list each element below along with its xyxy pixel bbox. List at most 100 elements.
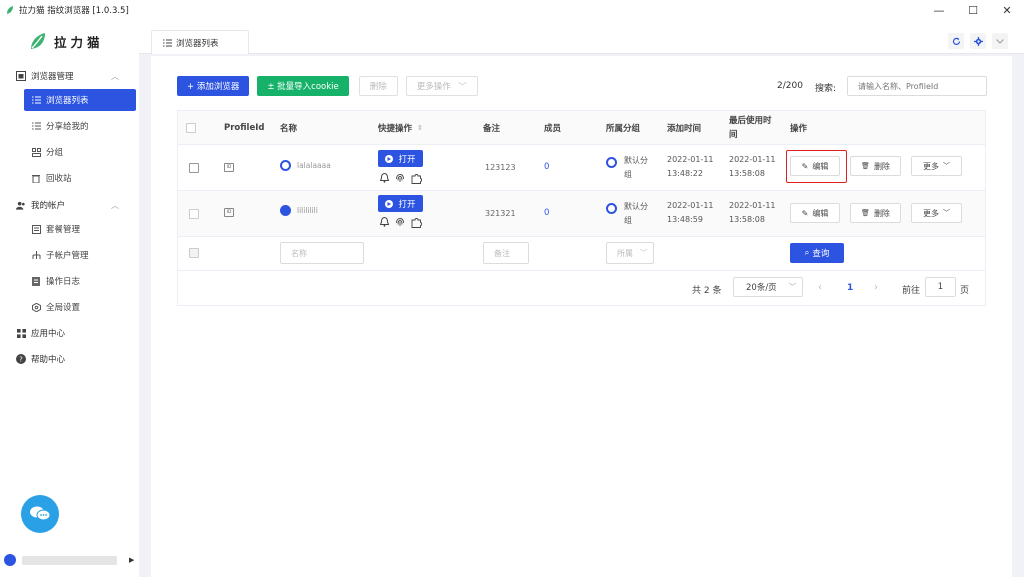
row-checkbox[interactable] — [189, 163, 199, 173]
chevron-down-icon: ﹀ — [789, 283, 796, 291]
table-row: ID lilililili 打开 321321 0 默认分组 2022-01-1… — [178, 191, 985, 237]
batch-delete-button[interactable]: 删除 — [358, 76, 398, 96]
sidebar-item-sub-accounts[interactable]: 子帐户管理 — [24, 244, 136, 266]
batch-import-cookie-button[interactable]: ± 批量导入cookie — [257, 76, 349, 96]
group-ring-icon — [606, 157, 617, 168]
pen-icon: ✎ — [801, 208, 809, 218]
browser-table: ProfileId 名称 快捷操作 ⇕ 备注 成员 所属分组 添加时间 最后使用时… — [177, 110, 986, 306]
page-size-select[interactable]: 20条/页 ﹀ — [733, 277, 803, 297]
sidebar-item-operation-log[interactable]: 操作日志 — [24, 270, 136, 292]
page-unit-label: 页 — [960, 286, 970, 296]
search-icon: ⌕ — [804, 248, 810, 258]
id-card-icon[interactable]: ID — [224, 208, 234, 217]
open-browser-button[interactable]: 打开 — [378, 195, 423, 212]
fingerprint-icon[interactable] — [394, 172, 406, 184]
cat-logo-icon — [31, 33, 45, 49]
delete-button[interactable]: 🗑 删除 — [850, 203, 901, 223]
nav-group-browser-management[interactable]: 浏览器管理 ︿ — [0, 67, 139, 85]
sidebar-item-recycle-bin[interactable]: 回收站 — [24, 167, 136, 189]
add-browser-button[interactable]: + 添加浏览器 — [177, 76, 250, 96]
member-count-link[interactable]: 0 — [544, 162, 549, 172]
browser-name: lalalaaaa — [280, 160, 331, 171]
grid-apps-icon — [16, 328, 26, 338]
sidebar-item-browser-list[interactable]: 浏览器列表 — [24, 89, 136, 111]
col-profileid: ProfileId — [224, 123, 265, 133]
remark-text: 123123 — [485, 163, 516, 172]
browser-window-icon — [16, 71, 26, 81]
window-title: 拉力猫 指纹浏览器 [1.0.3.5] — [19, 6, 129, 16]
bell-icon[interactable] — [378, 172, 390, 184]
app-logo-icon — [7, 6, 13, 14]
edit-button[interactable]: ✎ 编辑 — [790, 203, 840, 223]
chevron-up-icon: ︿ — [111, 71, 119, 81]
sidebar-item-plan-management[interactable]: 套餐管理 — [24, 218, 136, 240]
name-filter-input[interactable]: 名称 — [280, 242, 364, 264]
remark-text: 321321 — [485, 209, 516, 218]
refresh-button[interactable] — [948, 33, 964, 49]
chevron-down-icon — [996, 38, 1004, 44]
prev-page-button[interactable]: ‹ — [818, 282, 822, 293]
edit-highlight-box — [786, 150, 847, 183]
browser-count: 2/200 — [777, 81, 803, 91]
col-name: 名称 — [280, 124, 298, 134]
group-filter-select[interactable]: 所属 ﹀ — [606, 242, 654, 264]
table-row: ID lalalaaaa 打开 123123 0 默认分组 2022-01-11… — [178, 145, 985, 191]
gear-icon — [973, 36, 983, 46]
bell-icon[interactable] — [378, 216, 390, 228]
nav-group-my-account[interactable]: 我的帐户 ︿ — [0, 196, 139, 214]
col-actions: 操作 — [790, 124, 808, 134]
last-used-time: 2022-01-11 13:58:08 — [729, 155, 776, 178]
next-page-button[interactable]: › — [874, 282, 878, 293]
sidebar-item-shared-with-me[interactable]: 分享给我的 — [24, 115, 136, 137]
goto-page-input[interactable]: 1 — [925, 277, 956, 297]
filter-checkbox — [189, 248, 199, 258]
trash-icon: 🗑 — [861, 209, 870, 217]
browser-ring-icon — [280, 160, 291, 171]
tab-dropdown-button[interactable] — [992, 33, 1008, 49]
help-icon: ? — [16, 354, 26, 364]
remark-filter-input[interactable]: 备注 — [483, 242, 529, 264]
nav-group-app-center[interactable]: 应用中心 — [0, 324, 139, 342]
users-icon — [16, 200, 26, 210]
browser-name: lilililili — [280, 205, 318, 216]
extension-puzzle-icon[interactable] — [410, 172, 422, 184]
more-button[interactable]: 更多 ﹀ — [911, 156, 962, 176]
more-actions-dropdown[interactable]: 更多操作 ﹀ — [405, 76, 478, 96]
query-button[interactable]: ⌕ 查询 — [790, 243, 844, 263]
chevron-up-icon: ︿ — [111, 200, 119, 210]
chat-support-button[interactable] — [21, 495, 59, 533]
sidebar-item-global-settings[interactable]: 全局设置 — [24, 296, 136, 318]
settings-hex-icon — [31, 302, 41, 312]
user-profile-row[interactable]: ▶ — [4, 553, 136, 567]
search-input[interactable] — [847, 76, 987, 96]
extension-puzzle-icon[interactable] — [410, 216, 422, 228]
sidebar-item-groups[interactable]: 分组 — [24, 141, 136, 163]
col-members: 成员 — [544, 124, 562, 134]
open-browser-button[interactable]: 打开 — [378, 150, 423, 167]
nav-group-help-center[interactable]: ? 帮助中心 — [0, 350, 139, 368]
minimize-button[interactable]: — — [922, 0, 956, 20]
member-count-link[interactable]: 0 — [544, 208, 549, 218]
id-card-icon[interactable]: ID — [224, 163, 234, 172]
chevron-down-icon: ﹀ — [458, 82, 467, 92]
caret-right-icon: ▶ — [129, 556, 135, 564]
table-header: ProfileId 名称 快捷操作 ⇕ 备注 成员 所属分组 添加时间 最后使用时… — [178, 111, 985, 145]
close-button[interactable]: ✕ — [990, 0, 1024, 20]
delete-button[interactable]: 🗑 删除 — [850, 156, 901, 176]
list-icon — [31, 95, 41, 105]
chevron-down-icon: ﹀ — [640, 249, 647, 257]
package-icon — [31, 224, 41, 234]
main-panel: + 添加浏览器 ± 批量导入cookie 删除 更多操作 ﹀ 2/200 搜索: … — [151, 56, 1012, 577]
settings-button[interactable] — [970, 33, 986, 49]
tab-browser-list[interactable]: 浏览器列表 — [151, 30, 249, 54]
fingerprint-icon[interactable] — [394, 216, 406, 228]
select-all-checkbox[interactable] — [186, 123, 196, 133]
row-checkbox[interactable] — [189, 209, 199, 219]
col-quick-actions[interactable]: 快捷操作 ⇕ — [378, 111, 423, 145]
play-icon — [385, 199, 394, 208]
page-number-current[interactable]: 1 — [847, 283, 853, 293]
chat-icon — [30, 506, 51, 521]
maximize-button[interactable]: ☐ — [956, 0, 990, 20]
share-list-icon — [31, 121, 41, 131]
more-button[interactable]: 更多 ﹀ — [911, 203, 962, 223]
